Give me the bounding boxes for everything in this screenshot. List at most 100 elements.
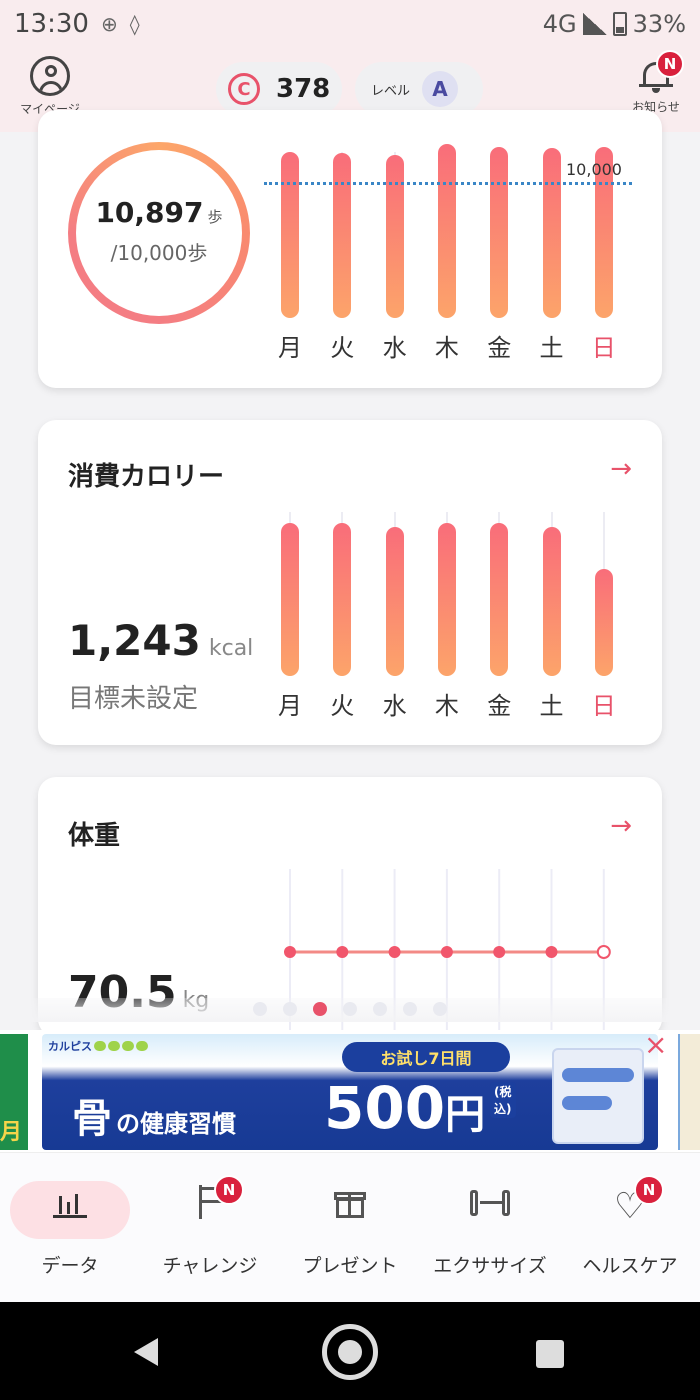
home-icon[interactable] xyxy=(322,1324,378,1380)
weight-point xyxy=(493,946,506,958)
nav-label-present: プレゼント xyxy=(302,1255,398,1277)
calories-day-4: 金 xyxy=(473,420,525,745)
ad-creative[interactable]: カルピス お試し7日間 骨の健康習慣 500円 (税込) xyxy=(42,1034,658,1150)
nav-item-data[interactable]: データ xyxy=(0,1179,140,1278)
nav-item-healthcare[interactable]: ♡ N ヘルスケア xyxy=(560,1175,700,1278)
calories-day-label: 木 xyxy=(434,692,459,720)
calories-bar xyxy=(333,523,352,676)
weight-point xyxy=(284,946,296,958)
bottom-navigation: データ N チャレンジ プレゼント エクササイズ ♡ N ヘルスケア xyxy=(0,1152,700,1302)
calories-day-2: 水 xyxy=(369,420,421,745)
pager-dot[interactable] xyxy=(373,1002,387,1016)
steps-day-label: 日 xyxy=(591,334,616,362)
coin-balance[interactable]: C 378 xyxy=(216,62,342,116)
weight-point xyxy=(596,945,611,959)
calories-day-label: 日 xyxy=(591,692,616,720)
dumbbell-icon xyxy=(468,1185,512,1229)
steps-day-3: 木 xyxy=(421,110,473,388)
ad-product-image xyxy=(552,1048,644,1144)
steps-bar xyxy=(437,144,456,318)
pager-dot[interactable] xyxy=(253,1002,267,1016)
calories-bar xyxy=(281,523,299,676)
steps-goal-line xyxy=(264,182,632,185)
weight-point xyxy=(440,946,453,958)
steps-value: 10,897 xyxy=(95,196,204,229)
pager-dot[interactable] xyxy=(433,1002,447,1016)
calories-unit: kcal xyxy=(208,636,254,661)
steps-day-label: 火 xyxy=(330,334,355,362)
flag-icon: N xyxy=(188,1175,244,1229)
nav-item-present[interactable]: プレゼント xyxy=(280,1179,420,1278)
person-icon xyxy=(30,56,70,96)
card-pager xyxy=(0,998,700,1022)
calories-goal-status: 目標未設定 xyxy=(68,684,199,714)
steps-day-5: 土 xyxy=(526,110,578,388)
pager-dot[interactable] xyxy=(403,1002,417,1016)
calories-day-1: 火 xyxy=(316,420,368,745)
notification-badge: N xyxy=(656,50,684,78)
notifications-button[interactable]: N お知らせ xyxy=(616,50,696,115)
pager-dot[interactable] xyxy=(343,1002,357,1016)
calories-bar-chart: 月火水木金土日 xyxy=(264,420,644,745)
level-indicator[interactable]: レベル A xyxy=(355,62,483,116)
calories-day-label: 金 xyxy=(487,692,512,720)
steps-day-label: 土 xyxy=(539,334,564,362)
nav-label-exercise: エクササイズ xyxy=(433,1255,547,1277)
calories-day-3: 木 xyxy=(421,420,473,745)
steps-day-label: 月 xyxy=(278,334,302,362)
heart-plus-icon: ♡ N xyxy=(608,1175,664,1229)
weight-title: 体重 xyxy=(68,821,121,851)
steps-goal: /10,000歩 xyxy=(110,241,208,265)
calories-day-label: 火 xyxy=(330,692,355,720)
calories-bar xyxy=(594,569,613,676)
calories-bar xyxy=(385,526,404,676)
nav-item-challenge[interactable]: N チャレンジ xyxy=(140,1175,280,1278)
sync-icon: ⊕ xyxy=(100,12,118,36)
steps-day-1: 火 xyxy=(316,110,368,388)
status-bar: 13:30 ⊕ ◊ 4G 33% xyxy=(0,0,700,48)
calories-card[interactable]: 消費カロリー → 1,243 kcal 目標未設定 月火水木金土日 xyxy=(38,420,662,745)
healthcare-badge: N xyxy=(634,1175,664,1205)
system-navigation-bar xyxy=(0,1302,700,1400)
weight-point xyxy=(388,946,401,958)
steps-day-2: 水 xyxy=(369,110,421,388)
coin-icon: C xyxy=(228,73,260,105)
nav-label-data: データ xyxy=(41,1255,99,1277)
mypage-button[interactable]: マイページ xyxy=(10,56,90,117)
pager-dot[interactable] xyxy=(313,1002,327,1016)
steps-day-label: 木 xyxy=(434,334,459,362)
ad-next-edge[interactable] xyxy=(678,1034,700,1150)
level-badge: A xyxy=(422,71,459,107)
steps-goal-line-label: 10,000 xyxy=(566,160,622,179)
network-type: 4G xyxy=(542,10,577,38)
back-icon[interactable] xyxy=(134,1338,158,1366)
calories-bar xyxy=(437,523,456,676)
steps-day-6: 日 xyxy=(578,110,630,388)
battery-level: 33% xyxy=(632,10,686,38)
weight-point xyxy=(545,946,558,958)
calories-bar xyxy=(542,526,561,676)
status-time: 13:30 xyxy=(14,9,89,39)
nav-label-challenge: チャレンジ xyxy=(162,1255,258,1277)
calories-day-0: 月 xyxy=(264,420,316,745)
ad-close-icon[interactable]: × xyxy=(644,1028,667,1061)
ad-prev-edge[interactable]: 月 xyxy=(0,1034,28,1150)
steps-card[interactable]: 10,897 歩 /10,000歩 月火水木金土日 10,000 xyxy=(38,110,662,388)
steps-bar xyxy=(281,152,299,318)
pager-dot[interactable] xyxy=(283,1002,297,1016)
steps-bar xyxy=(542,148,561,318)
ad-price-unit: 円 xyxy=(445,1092,486,1138)
ad-price: 500 xyxy=(324,1074,446,1142)
steps-day-label: 金 xyxy=(487,334,512,362)
nav-item-exercise[interactable]: エクササイズ xyxy=(420,1179,560,1278)
ad-banner[interactable]: 月 カルピス お試し7日間 骨の健康習慣 500円 (税込) × xyxy=(0,1028,700,1152)
nav-label-healthcare: ヘルスケア xyxy=(582,1255,678,1277)
calories-bar xyxy=(490,523,509,676)
calories-title: 消費カロリー xyxy=(68,462,225,492)
recents-icon[interactable] xyxy=(536,1340,564,1368)
gift-icon xyxy=(328,1185,372,1229)
calories-day-label: 水 xyxy=(382,692,407,720)
ad-headline-kanji: 骨 xyxy=(72,1096,112,1142)
calories-value: 1,243 xyxy=(68,616,201,665)
steps-bar xyxy=(333,152,352,318)
